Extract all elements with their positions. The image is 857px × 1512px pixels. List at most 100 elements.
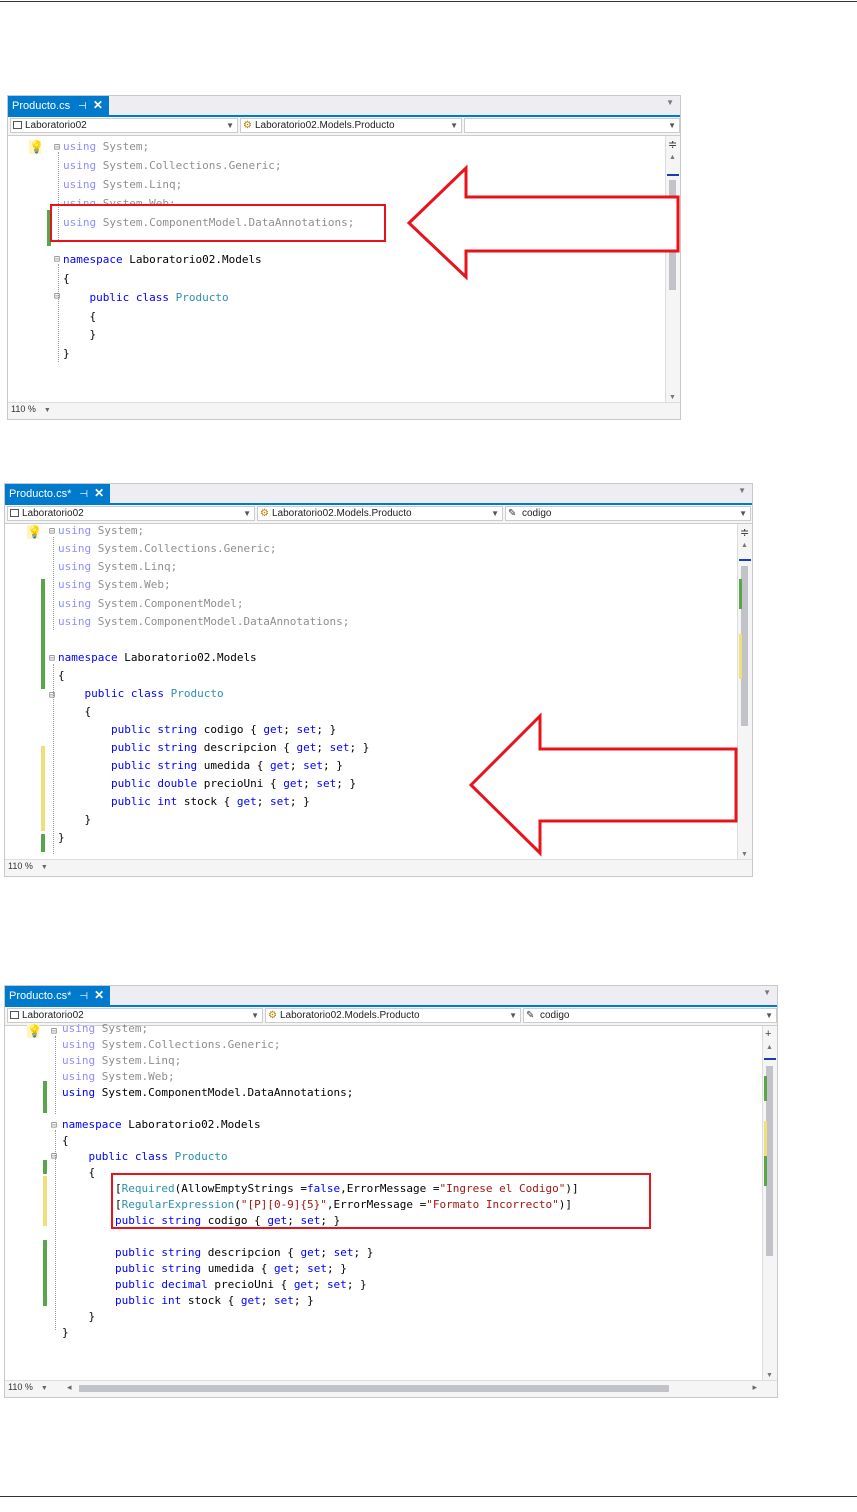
class-dropdown[interactable]: ⚙ Laboratorio02.Models.Producto ▼ — [265, 1008, 521, 1023]
left-arrow-icon — [468, 712, 738, 857]
tab-overflow-icon[interactable]: ▼ — [763, 988, 771, 997]
chevron-down-icon: ▼ — [40, 864, 48, 871]
scroll-up-icon[interactable]: ▲ — [669, 154, 676, 161]
project-name: Laboratorio02 — [25, 120, 87, 131]
scroll-down-icon[interactable]: ▼ — [669, 394, 676, 401]
fold-guide — [58, 264, 59, 362]
code-line: } — [63, 347, 70, 360]
zoom-dropdown[interactable]: 110 % ▼ — [11, 404, 51, 414]
project-dropdown[interactable]: Laboratorio02 ▼ — [10, 118, 238, 133]
fold-toggle-icon[interactable]: ⊟ — [51, 1152, 57, 1162]
caret-marker — [764, 1058, 776, 1060]
code-line: using System; — [63, 140, 150, 153]
wrench-icon: ✎ — [526, 1010, 535, 1021]
left-arrow-icon — [406, 164, 680, 281]
chevron-down-icon: ▼ — [43, 407, 51, 414]
class-dropdown[interactable]: ⚙ Laboratorio02.Models.Producto ▼ — [240, 118, 462, 133]
code-line: public double precioUni { get; set; } — [110, 777, 357, 790]
close-icon[interactable]: ✕ — [93, 98, 103, 112]
class-icon: ⚙ — [260, 508, 269, 519]
pin-icon[interactable]: ⊣ — [78, 101, 87, 112]
code-line: } — [58, 831, 65, 844]
scroll-down-icon[interactable]: ▼ — [766, 1372, 773, 1379]
tab-bar: Producto.cs* ⊣ ✕ ▼ — [5, 484, 752, 505]
vertical-scrollbar[interactable]: + ▲ ▼ — [762, 1026, 777, 1381]
code-line: using System.Web; — [63, 197, 176, 204]
project-dropdown[interactable]: Laboratorio02 ▼ — [7, 506, 255, 521]
scroll-thumb[interactable] — [766, 1066, 773, 1256]
class-icon: ⚙ — [243, 120, 252, 131]
change-marker — [41, 579, 45, 689]
code-line: using System.Collections.Generic; — [63, 159, 282, 172]
chevron-down-icon: ▼ — [765, 1011, 773, 1020]
chevron-down-icon: ▼ — [450, 121, 458, 130]
scroll-right-icon[interactable]: ▸ — [752, 1382, 757, 1393]
zoom-dropdown[interactable]: 110 % ▼ — [8, 1382, 48, 1392]
chevron-down-icon: ▼ — [668, 121, 676, 130]
code-line: { — [58, 705, 92, 718]
tab-producto-cs[interactable]: Producto.cs* ⊣ ✕ — [5, 484, 111, 503]
tab-overflow-icon[interactable]: ▼ — [666, 98, 674, 107]
chevron-down-icon: ▼ — [40, 1385, 48, 1392]
tab-producto-cs[interactable]: Producto.cs* ⊣ ✕ — [5, 986, 111, 1005]
code-line: public class Producto — [89, 291, 229, 304]
scroll-up-icon[interactable]: ▲ — [766, 1044, 773, 1051]
fold-toggle-icon[interactable]: ⊟ — [54, 292, 60, 302]
zoom-dropdown[interactable]: 110 % ▼ — [8, 861, 48, 871]
pin-icon[interactable]: ⊣ — [79, 489, 88, 500]
split-icon[interactable]: + — [765, 1028, 771, 1040]
pin-icon[interactable]: ⊣ — [79, 991, 88, 1002]
scroll-change-marker — [764, 1076, 767, 1101]
close-icon[interactable]: ✕ — [94, 988, 104, 1002]
class-icon: ⚙ — [268, 1010, 277, 1021]
change-marker — [41, 746, 45, 831]
code-line: namespace Laboratorio02.Models — [63, 253, 262, 266]
chevron-down-icon: ▼ — [243, 509, 251, 518]
code-line: public string codigo { get; set; } — [110, 723, 337, 736]
code-line: using System; — [58, 524, 145, 537]
scroll-change-marker — [764, 1156, 767, 1186]
code-line: using System.Linq; — [63, 178, 183, 191]
lightbulb-icon[interactable]: 💡 — [27, 1024, 42, 1038]
split-icon[interactable]: ≑ — [668, 138, 677, 151]
code-line: } — [58, 813, 92, 826]
tab-bar: Producto.cs ⊣ ✕ ▼ — [8, 96, 680, 117]
fold-toggle-icon[interactable]: ⊟ — [49, 654, 55, 664]
member-dropdown[interactable]: ▼ — [464, 118, 680, 133]
zoom-level: 110 % — [11, 404, 36, 414]
tab-producto-cs[interactable]: Producto.cs ⊣ ✕ — [8, 96, 109, 115]
chevron-down-icon: ▼ — [491, 509, 499, 518]
class-name: Laboratorio02.Models.Producto — [255, 120, 395, 131]
tab-title: Producto.cs — [12, 100, 71, 112]
close-icon[interactable]: ✕ — [94, 486, 104, 500]
member-dropdown[interactable]: ✎ codigo ▼ — [505, 506, 751, 521]
tab-overflow-icon[interactable]: ▼ — [738, 486, 746, 495]
horizontal-scrollbar[interactable]: ◂ ▸ — [67, 1382, 757, 1393]
highlight-box — [111, 1173, 651, 1229]
member-name: codigo — [540, 1010, 570, 1021]
lightbulb-icon[interactable]: 💡 — [27, 525, 42, 539]
split-icon[interactable]: ≑ — [740, 526, 749, 539]
member-dropdown[interactable]: ✎ codigo ▼ — [523, 1008, 777, 1023]
scroll-left-icon[interactable]: ◂ — [67, 1382, 72, 1393]
highlight-box — [50, 204, 386, 242]
horizontal-scroll-thumb[interactable] — [79, 1385, 669, 1392]
fold-toggle-icon[interactable]: ⊟ — [49, 691, 55, 701]
caret-marker — [739, 559, 751, 561]
project-icon — [10, 1011, 19, 1019]
scroll-down-icon[interactable]: ▼ — [741, 851, 748, 858]
code-line: using System.ComponentModel.DataAnnotati… — [58, 615, 350, 628]
change-marker — [43, 1176, 47, 1226]
tab-title: Producto.cs* — [9, 488, 72, 500]
status-bar: 110 % ▼ ◂ ▸ — [5, 1380, 777, 1397]
navigation-bar: Laboratorio02 ▼ ⚙ Laboratorio02.Models.Pro… — [8, 117, 680, 136]
code-line: public int stock { get; set; } — [110, 795, 310, 808]
lightbulb-icon[interactable]: 💡 — [29, 140, 44, 154]
scroll-up-icon[interactable]: ▲ — [741, 542, 748, 549]
fold-toggle-icon[interactable]: ⊟ — [49, 527, 55, 537]
scroll-change-marker — [764, 1121, 767, 1156]
code-line: { — [58, 669, 65, 682]
class-dropdown[interactable]: ⚙ Laboratorio02.Models.Producto ▼ — [257, 506, 503, 521]
code-line: using System.ComponentModel.DataAnnotati… — [62, 1086, 354, 1099]
scroll-thumb[interactable] — [741, 566, 748, 726]
